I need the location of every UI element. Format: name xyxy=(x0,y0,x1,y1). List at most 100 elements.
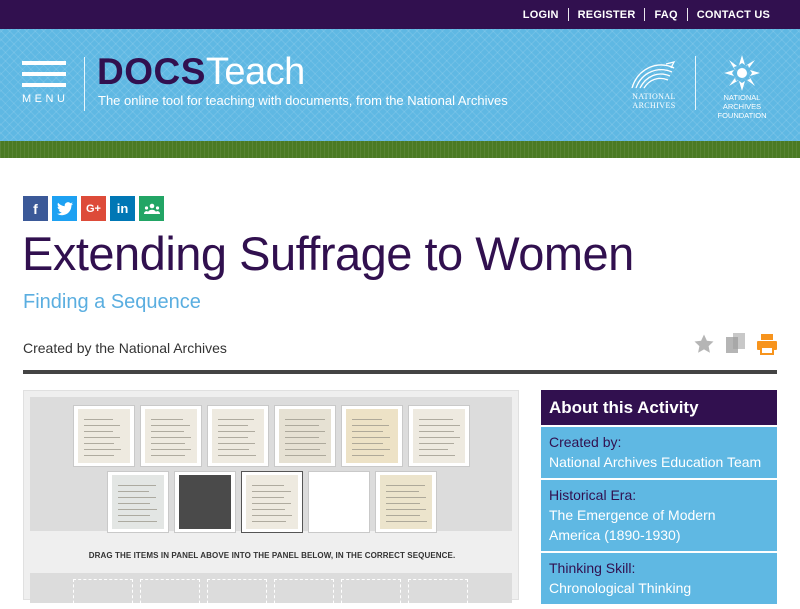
document-card[interactable] xyxy=(308,471,370,533)
text-line xyxy=(84,419,113,420)
text-line xyxy=(118,509,157,510)
login-link[interactable]: LOGIN xyxy=(523,9,559,21)
utility-nav: LOGIN REGISTER FAQ CONTACT US xyxy=(523,0,770,29)
text-line xyxy=(419,437,461,438)
document-card[interactable] xyxy=(341,405,403,467)
drop-slot[interactable] xyxy=(274,579,334,609)
text-line xyxy=(252,521,286,522)
about-value[interactable]: The Emergence of Modern America (1890-19… xyxy=(549,505,769,545)
twitter-icon[interactable] xyxy=(52,196,77,221)
document-card[interactable] xyxy=(375,471,437,533)
about-value[interactable]: Chronological Thinking xyxy=(549,578,769,598)
text-line xyxy=(386,497,426,498)
drop-slot[interactable] xyxy=(408,579,468,609)
text-line xyxy=(352,449,391,450)
text-line xyxy=(252,497,285,498)
text-line xyxy=(84,449,121,450)
hamburger-icon xyxy=(22,61,66,65)
drop-slot[interactable] xyxy=(207,579,267,609)
document-thumbnail xyxy=(78,409,130,463)
text-line xyxy=(151,431,184,432)
document-thumbnail xyxy=(112,475,164,529)
text-line xyxy=(151,449,192,450)
text-line xyxy=(252,509,285,510)
text-line xyxy=(218,437,249,438)
document-thumbnail xyxy=(246,475,298,529)
document-card[interactable] xyxy=(140,405,202,467)
about-thinking-skill: Thinking Skill: Chronological Thinking xyxy=(541,553,777,604)
register-link[interactable]: REGISTER xyxy=(578,9,636,21)
photograph-thumbnail xyxy=(179,475,231,529)
document-card[interactable] xyxy=(174,471,236,533)
text-line xyxy=(285,437,320,438)
document-card[interactable] xyxy=(207,405,269,467)
text-line xyxy=(252,491,291,492)
text-line xyxy=(386,491,419,492)
text-line xyxy=(151,443,185,444)
text-line xyxy=(352,443,384,444)
about-created-by: Created by: National Archives Education … xyxy=(541,427,777,478)
sequence-drop-zone[interactable] xyxy=(30,573,512,609)
document-card[interactable] xyxy=(408,405,470,467)
brand-bold: DOCS xyxy=(97,51,206,92)
document-card[interactable] xyxy=(73,405,135,467)
classroom-people-icon xyxy=(143,203,160,214)
hamburger-icon-bar xyxy=(22,72,66,76)
naf-logo-line: NATIONAL ARCHIVES FOUNDATION xyxy=(717,93,767,120)
facebook-icon[interactable]: f xyxy=(23,196,48,221)
text-line xyxy=(118,503,150,504)
twitter-bird-icon xyxy=(56,201,73,215)
tagline: The online tool for teaching with docume… xyxy=(98,93,508,108)
drop-slot[interactable] xyxy=(73,579,133,609)
national-archives-foundation-star-icon[interactable] xyxy=(722,53,762,93)
favorite-star-icon[interactable] xyxy=(693,333,715,355)
nav-divider xyxy=(686,8,688,21)
document-card[interactable] xyxy=(107,471,169,533)
classroom-icon[interactable] xyxy=(139,196,164,221)
brand-light: Teach xyxy=(205,51,305,93)
page-title: Extending Suffrage to Women xyxy=(22,227,634,280)
sequence-activity: DRAG THE ITEMS IN PANEL ABOVE INTO THE P… xyxy=(23,390,519,609)
text-line xyxy=(218,455,256,456)
text-line xyxy=(285,443,326,444)
text-line xyxy=(84,431,114,432)
facebook-glyph: f xyxy=(33,200,38,217)
text-line xyxy=(285,455,327,456)
drop-slot[interactable] xyxy=(140,579,200,609)
about-label: Thinking Skill: xyxy=(549,560,636,576)
text-line xyxy=(151,455,186,456)
drag-instruction: DRAG THE ITEMS IN PANEL ABOVE INTO THE P… xyxy=(88,551,456,560)
document-thumbnail xyxy=(413,409,465,463)
text-line xyxy=(419,455,455,456)
text-line xyxy=(419,431,454,432)
text-line xyxy=(386,485,426,486)
about-value[interactable]: National Archives Education Team xyxy=(549,452,769,472)
text-line xyxy=(218,449,249,450)
text-line xyxy=(252,515,292,516)
text-line xyxy=(252,503,292,504)
contact-us-link[interactable]: CONTACT US xyxy=(697,9,770,21)
na-logo-line: NATIONAL ARCHIVES xyxy=(632,92,676,110)
about-label: Historical Era: xyxy=(549,487,637,503)
menu-button[interactable]: MENU xyxy=(22,61,68,109)
faq-link[interactable]: FAQ xyxy=(654,9,677,21)
text-line xyxy=(419,443,455,444)
print-icon[interactable] xyxy=(756,333,778,355)
text-line xyxy=(386,521,427,522)
google-plus-icon[interactable]: G+ xyxy=(81,196,106,221)
text-line xyxy=(151,437,191,438)
text-line xyxy=(386,509,427,510)
linkedin-icon[interactable]: in xyxy=(110,196,135,221)
document-card[interactable] xyxy=(241,471,303,533)
document-thumbnail xyxy=(145,409,197,463)
top-bar: LOGIN REGISTER FAQ CONTACT US xyxy=(0,0,800,29)
text-line xyxy=(118,515,151,516)
text-line xyxy=(285,425,319,426)
decorative-band xyxy=(0,141,800,158)
activity-type-subtitle: Finding a Sequence xyxy=(23,291,201,313)
drop-slot[interactable] xyxy=(341,579,401,609)
text-line xyxy=(252,485,284,486)
text-line xyxy=(84,425,120,426)
document-card[interactable] xyxy=(274,405,336,467)
copy-icon[interactable] xyxy=(726,333,746,355)
